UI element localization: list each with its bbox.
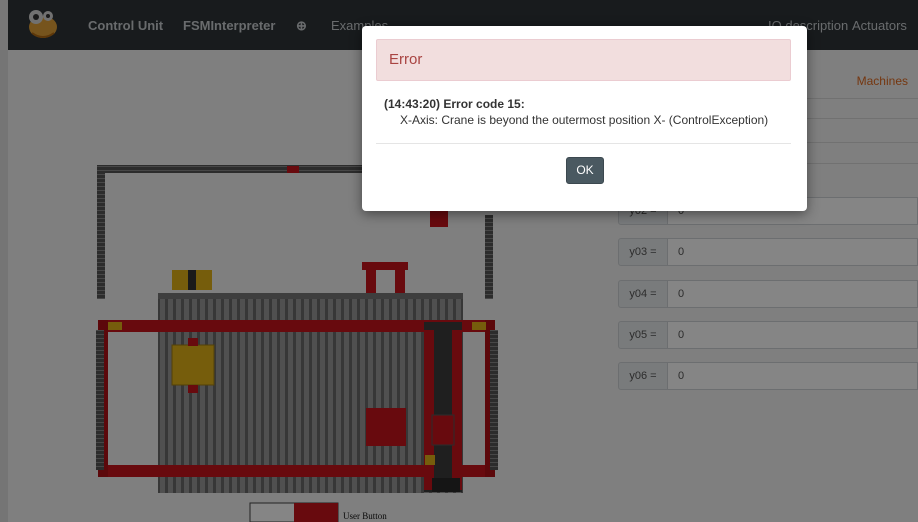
- dialog-title: Error: [389, 51, 423, 68]
- error-message: X-Axis: Crane is beyond the outermost po…: [400, 113, 769, 127]
- error-dialog: Error (14:43:20) Error code 15: X-Axis: …: [362, 26, 807, 211]
- dialog-header: Error: [376, 39, 791, 81]
- error-heading: (14:43:20) Error code 15:: [384, 97, 525, 111]
- dialog-divider: [376, 143, 791, 144]
- ok-button[interactable]: OK: [566, 157, 604, 184]
